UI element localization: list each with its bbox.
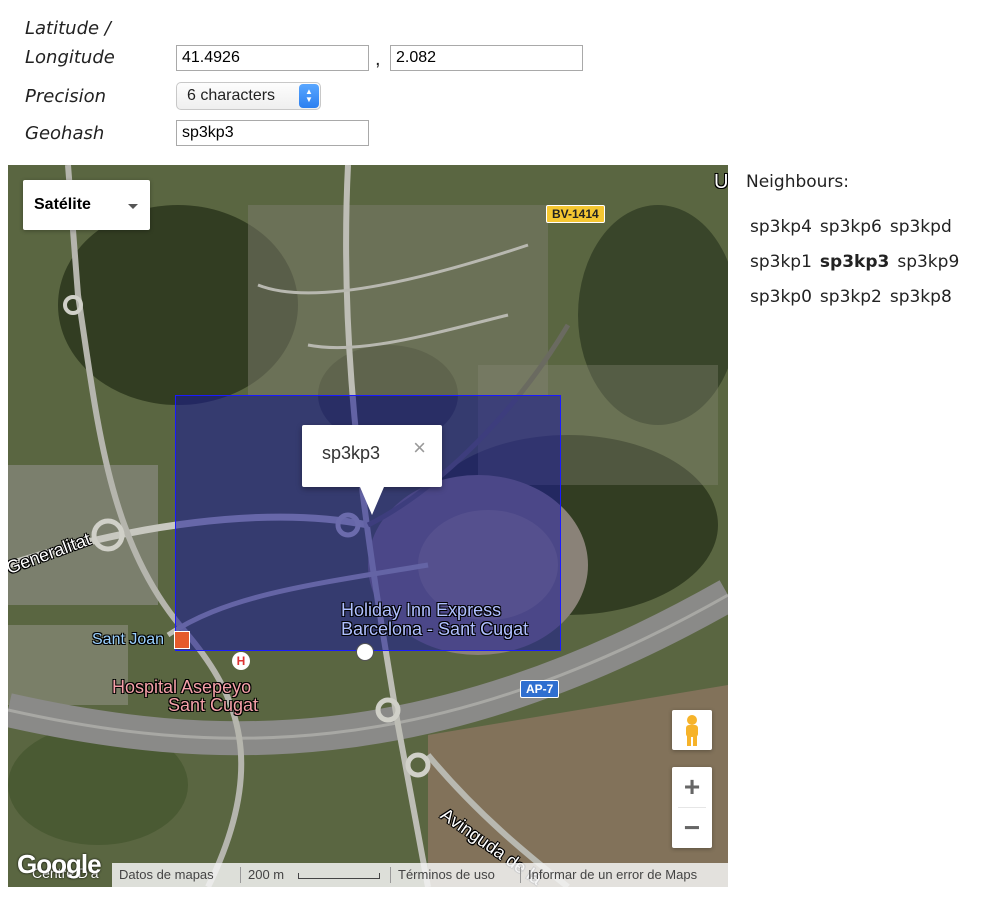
map-label-edge: U [714, 171, 728, 193]
geohash-label: Geohash [25, 123, 105, 144]
geohash-input[interactable] [176, 120, 369, 146]
precision-select[interactable]: 6 characters ▲ ▼ [176, 82, 321, 110]
neighbours-row: sp3kp4 sp3kp6 sp3kpd [750, 217, 960, 237]
longitude-input[interactable] [390, 45, 583, 71]
attribution-bar: Datos de mapas 200 m Términos de uso Inf… [112, 863, 728, 887]
attribution-divider [390, 867, 391, 883]
attribution-map-data: Datos de mapas [119, 867, 214, 882]
report-error-link[interactable]: Informar de un error de Maps [528, 867, 697, 882]
neighbour-cell: sp3kp2 [819, 287, 882, 307]
map-label-hotel-line1: Holiday Inn Express [341, 600, 502, 620]
precision-select-value: 6 characters [187, 87, 276, 104]
comma-separator: , [375, 48, 381, 70]
road-shield-ap7: AP-7 [520, 680, 560, 698]
map[interactable]: Satélite BV-1414 AP-7 U Generalitat Sant… [8, 165, 728, 887]
map-type-control[interactable]: Satélite [23, 180, 150, 230]
train-station-icon [174, 631, 190, 649]
neighbours-row: sp3kp0 sp3kp2 sp3kp8 [750, 287, 960, 307]
info-window-tail [360, 487, 384, 515]
neighbours-title: Neighbours: [746, 172, 850, 192]
attribution-divider [240, 867, 241, 883]
terms-link[interactable]: Términos de uso [398, 867, 495, 882]
map-label-hotel-line2: Barcelona - Sant Cugat [341, 619, 529, 639]
latlon-label-line1: Latitude / [25, 18, 111, 39]
zoom-control: + − [672, 767, 712, 848]
road-shield-bv1414: BV-1414 [546, 205, 605, 223]
google-logo: Google [17, 849, 102, 879]
neighbour-cell: sp3kp1 [750, 252, 812, 272]
neighbour-cell: sp3kp9 [897, 252, 960, 272]
neighbour-cell: sp3kpd [889, 217, 952, 237]
scale-label: 200 m [248, 867, 285, 882]
caret-down-icon [128, 204, 138, 209]
map-type-label: Satélite [34, 196, 91, 213]
info-window: sp3kp3 × [302, 425, 442, 515]
neighbours-row: sp3kp1 sp3kp3 sp3kp9 [750, 252, 967, 272]
neighbour-cell: sp3kp6 [819, 217, 882, 237]
close-icon[interactable]: × [413, 435, 426, 461]
hospital-icon: H [232, 652, 250, 670]
neighbour-cell: sp3kp0 [750, 287, 812, 307]
neighbour-cell-current: sp3kp3 [819, 252, 890, 272]
select-arrows-icon: ▲ ▼ [299, 84, 319, 108]
street-view-pegman[interactable] [672, 710, 712, 750]
map-label-hospital-line2: Sant Cugat [168, 695, 259, 715]
zoom-in-button[interactable]: + [672, 767, 712, 807]
latlon-label-line2: Longitude [25, 47, 115, 68]
scale-bar [298, 873, 380, 879]
hotel-icon [356, 643, 374, 661]
neighbour-cell: sp3kp4 [750, 217, 812, 237]
zoom-out-button[interactable]: − [672, 808, 712, 848]
precision-label: Precision [25, 86, 107, 107]
pegman-icon [686, 715, 698, 746]
map-label-sant-joan: Sant Joan [92, 631, 165, 648]
neighbour-cell: sp3kp8 [889, 287, 952, 307]
info-window-title: sp3kp3 [322, 443, 381, 463]
latitude-input[interactable] [176, 45, 369, 71]
attribution-divider [520, 867, 521, 883]
map-label-hospital-line1: Hospital Asepeyo [112, 677, 252, 697]
